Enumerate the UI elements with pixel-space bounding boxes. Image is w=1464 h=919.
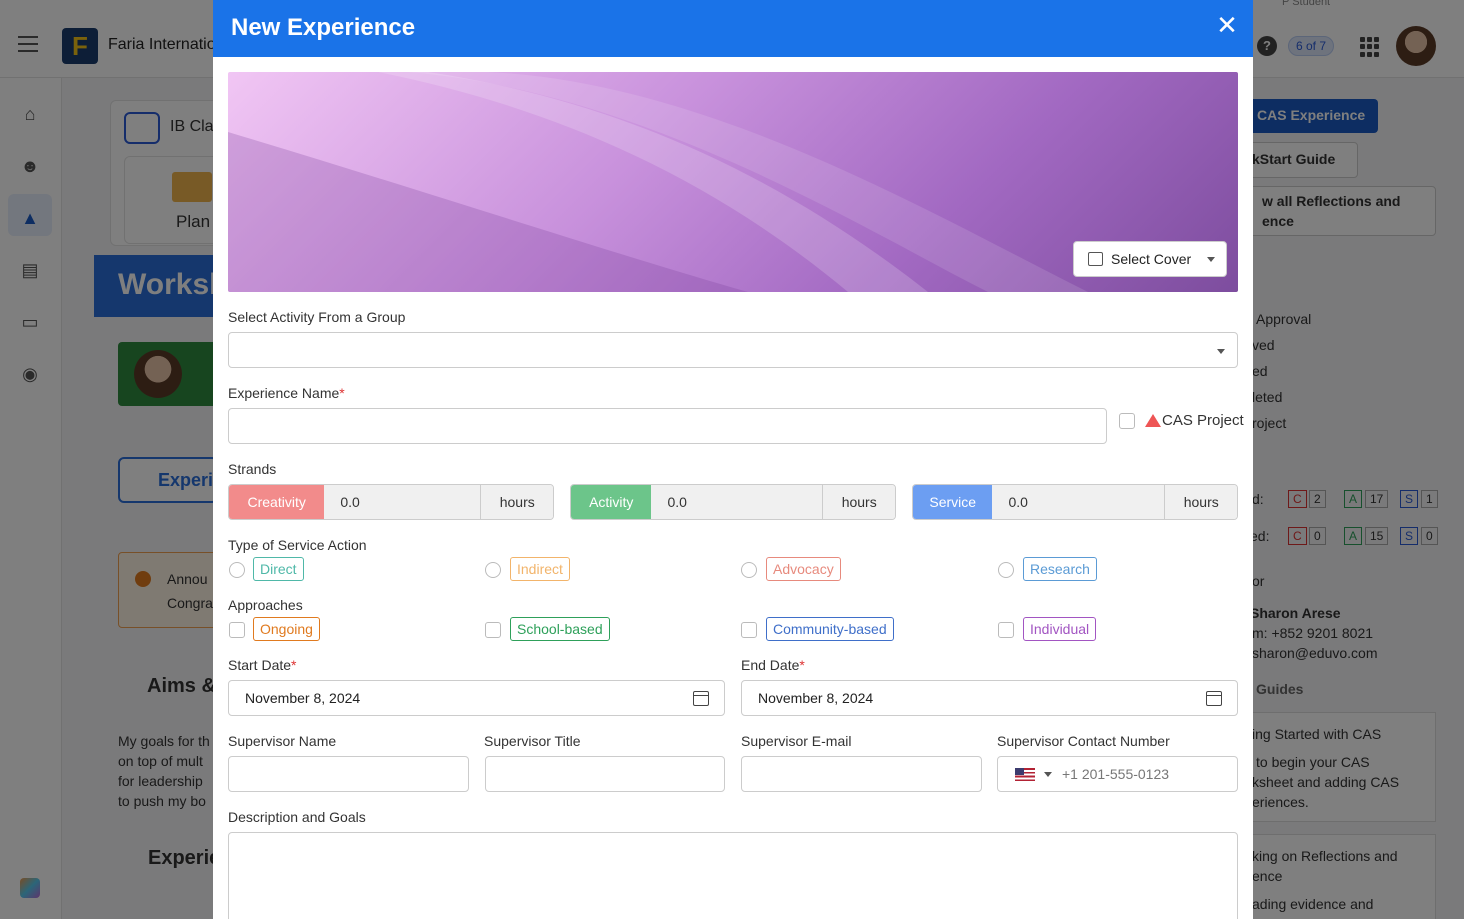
service-type-label: Type of Service Action xyxy=(228,537,367,553)
description-textarea[interactable] xyxy=(228,832,1238,919)
ongoing-checkbox[interactable] xyxy=(229,622,245,638)
creativity-strand: Creativity 0.0 hours xyxy=(228,484,554,520)
calendar-icon[interactable] xyxy=(1206,691,1222,706)
service-hours-input[interactable]: 0.0 xyxy=(992,485,1166,519)
calendar-icon[interactable] xyxy=(693,691,709,706)
cover-image: Select Cover xyxy=(228,72,1238,292)
supervisor-contact-label: Supervisor Contact Number xyxy=(997,733,1170,749)
experience-name-input[interactable] xyxy=(228,408,1107,444)
start-date-input[interactable]: November 8, 2024 xyxy=(228,680,725,716)
creativity-hours-input[interactable]: 0.0 xyxy=(324,485,482,519)
advocacy-radio[interactable] xyxy=(741,562,757,578)
cas-project-checkbox[interactable] xyxy=(1119,413,1135,429)
community-based-chip: Community-based xyxy=(766,617,894,641)
strands-label: Strands xyxy=(228,461,277,477)
individual-chip: Individual xyxy=(1023,617,1097,641)
supervisor-email-label: Supervisor E-mail xyxy=(741,733,852,749)
activity-strand: Activity 0.0 hours xyxy=(570,484,896,520)
supervisor-email-field[interactable] xyxy=(741,756,982,792)
description-label: Description and Goals xyxy=(228,809,366,825)
group-select[interactable] xyxy=(228,332,1238,368)
close-icon[interactable]: ✕ xyxy=(1215,12,1239,38)
cas-triangle-icon xyxy=(1145,414,1161,427)
start-date-value: November 8, 2024 xyxy=(245,690,361,706)
community-based-checkbox[interactable] xyxy=(741,622,757,638)
advocacy-chip: Advocacy xyxy=(766,557,841,581)
school-based-chip: School-based xyxy=(510,617,610,641)
select-cover-label: Select Cover xyxy=(1111,251,1192,267)
us-flag-icon[interactable] xyxy=(1015,768,1035,781)
group-label: Select Activity From a Group xyxy=(228,309,406,325)
chevron-down-icon[interactable] xyxy=(1044,772,1052,777)
chevron-down-icon xyxy=(1217,349,1225,354)
phone-placeholder: +1 201-555-0123 xyxy=(1062,766,1170,782)
activity-tag: Activity xyxy=(571,485,652,519)
activity-hours-input[interactable]: 0.0 xyxy=(651,485,824,519)
supervisor-name-input[interactable] xyxy=(228,756,469,792)
ongoing-chip: Ongoing xyxy=(253,617,320,641)
supervisor-title-input[interactable] xyxy=(485,756,725,792)
end-date-input[interactable]: November 8, 2024 xyxy=(741,680,1238,716)
individual-checkbox[interactable] xyxy=(998,622,1014,638)
research-chip: Research xyxy=(1023,557,1097,581)
service-unit: hours xyxy=(1165,485,1237,519)
new-experience-modal: New Experience ✕ Select Cover Select Act… xyxy=(213,0,1253,919)
service-strand: Service 0.0 hours xyxy=(912,484,1238,520)
direct-chip: Direct xyxy=(253,557,304,581)
experience-name-label: Experience Name* xyxy=(228,385,345,401)
creativity-tag: Creativity xyxy=(229,485,325,519)
start-date-label: Start Date* xyxy=(228,657,297,673)
end-date-value: November 8, 2024 xyxy=(758,690,874,706)
indirect-radio[interactable] xyxy=(485,562,501,578)
supervisor-title-label: Supervisor Title xyxy=(484,733,581,749)
direct-radio[interactable] xyxy=(229,562,245,578)
service-tag: Service xyxy=(913,485,993,519)
cas-project-label: CAS Project xyxy=(1162,412,1244,429)
activity-unit: hours xyxy=(823,485,895,519)
school-based-checkbox[interactable] xyxy=(485,622,501,638)
select-cover-button[interactable]: Select Cover xyxy=(1073,241,1227,277)
indirect-chip: Indirect xyxy=(510,557,570,581)
research-radio[interactable] xyxy=(998,562,1014,578)
modal-header: New Experience ✕ xyxy=(213,0,1253,57)
modal-title: New Experience xyxy=(231,14,416,41)
approaches-label: Approaches xyxy=(228,597,303,613)
creativity-unit: hours xyxy=(481,485,553,519)
image-icon xyxy=(1088,252,1103,266)
supervisor-name-label: Supervisor Name xyxy=(228,733,337,749)
supervisor-phone-input[interactable]: +1 201-555-0123 xyxy=(997,756,1238,792)
chevron-down-icon xyxy=(1207,256,1216,262)
end-date-label: End Date* xyxy=(741,657,805,673)
